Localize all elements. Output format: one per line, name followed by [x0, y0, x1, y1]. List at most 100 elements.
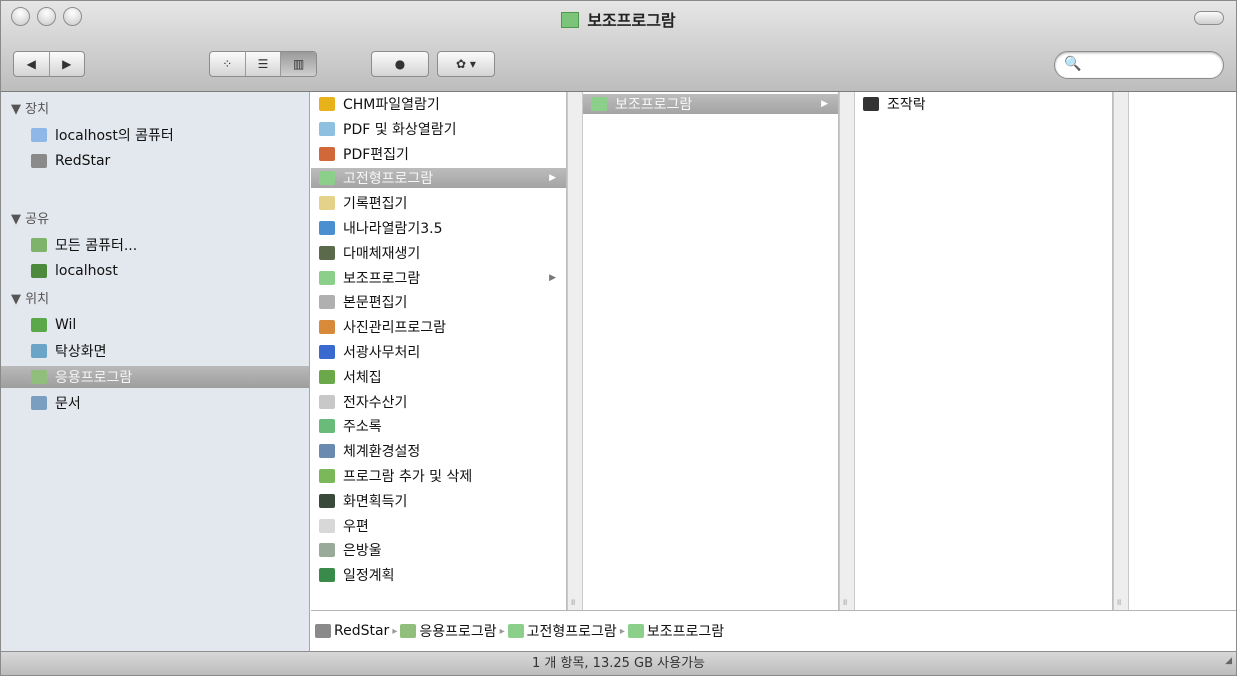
column-list-item[interactable]: 사진관리프로그람 — [311, 317, 566, 337]
documents-icon — [31, 396, 47, 410]
gear-icon: ✿ ▾ — [456, 57, 476, 71]
column-list-item[interactable]: CHM파일열람기 — [311, 94, 566, 114]
column-view-button[interactable]: ▥ — [281, 52, 316, 76]
sidebar-item[interactable]: 문서 — [31, 392, 81, 414]
sidebar-item-label: localhost의 콤퓨터 — [55, 128, 174, 144]
column-list-item[interactable]: 다매체재생기 — [311, 243, 566, 263]
column-list-item[interactable]: 기록편집기 — [311, 193, 566, 213]
column-list-item[interactable]: 체계환경설정 — [311, 441, 566, 461]
column-item-label: 화면획득기 — [343, 493, 408, 510]
column-list-item[interactable]: 보조프로그람 ▶ — [311, 268, 566, 288]
column-item-label: 프로그람 추가 및 삭제 — [343, 469, 473, 485]
column-item-label: 내나라열람기3.5 — [343, 221, 443, 237]
monitor-icon — [31, 264, 47, 278]
column-item-label: PDF 및 화상열람기 — [343, 121, 457, 138]
window-title: 보조프로그람 — [1, 7, 1236, 31]
folder-icon — [319, 171, 335, 186]
column-list-item[interactable]: 고전형프로그람 ▶ — [311, 168, 566, 189]
browser-column-2: 보조프로그람 ▶ — [583, 92, 839, 610]
path-crumb[interactable]: RedStar — [315, 623, 389, 639]
column-3-scrollbar[interactable] — [1113, 92, 1129, 610]
column-item-label: 일정계획 — [343, 568, 395, 585]
column-2-scrollbar[interactable] — [839, 92, 855, 610]
sidebar-item[interactable]: localhost의 콤퓨터 — [31, 124, 174, 146]
column-list-item[interactable]: 서광사무처리 — [311, 342, 566, 362]
folder-icon — [319, 270, 335, 285]
column-list-item[interactable]: 보조프로그람 ▶ — [583, 94, 838, 114]
column-list-item[interactable]: 일정계획 — [311, 565, 566, 585]
sidebar-section-header[interactable]: ▼ 위치 — [11, 288, 49, 307]
sidebar-item-label: RedStar — [55, 153, 111, 169]
pdf-editor-icon — [319, 146, 335, 161]
toolbar-toggle-button[interactable] — [1194, 11, 1224, 25]
column-list-item[interactable]: 전자수산기 — [311, 392, 566, 412]
text-editor-icon — [319, 295, 335, 310]
sidebar-item[interactable]: RedStar — [31, 150, 110, 172]
action-menu-button[interactable]: ✿ ▾ — [437, 51, 495, 77]
computer-icon — [31, 128, 47, 142]
installer-icon — [319, 469, 335, 483]
sidebar-item[interactable]: 탁상화면 — [31, 340, 107, 362]
view-mode-control: ⁘ ☰ ▥ — [209, 51, 317, 77]
sidebar-item-label: 응용프로그람 — [55, 370, 133, 386]
network-globe-icon — [31, 238, 47, 252]
column-list-item[interactable]: 화면획득기 — [311, 491, 566, 511]
browser-column-4 — [1129, 92, 1236, 610]
pdf-viewer-icon — [319, 121, 335, 136]
column-list-item[interactable]: 은방울 — [311, 540, 566, 560]
path-crumb[interactable]: 응용프로그람 — [400, 621, 497, 641]
path-bar: RedStar ▸ 응용프로그람 ▸ 고전형프로그람 ▸ 보조프로그람 — [311, 610, 1236, 651]
column-list-item[interactable]: 본문편집기 — [311, 292, 566, 312]
column-list-item[interactable]: 조작락 — [855, 94, 1112, 114]
resize-grip-icon[interactable]: ◢ — [1225, 649, 1232, 673]
eye-icon: ● — [394, 57, 406, 71]
column-list-item[interactable]: PDF 및 화상열람기 — [311, 119, 566, 139]
sidebar-section-header[interactable]: ▼ 장치 — [11, 98, 49, 117]
applications-icon — [400, 624, 417, 638]
column-item-label: 조작락 — [887, 97, 926, 113]
search-icon: 🔍 — [1064, 56, 1082, 72]
column-list-item[interactable]: 주소록 — [311, 416, 566, 436]
path-crumb-label: 응용프로그람 — [419, 624, 497, 640]
search-field[interactable]: 🔍 — [1054, 51, 1224, 79]
list-view-button[interactable]: ☰ — [246, 52, 282, 76]
browser-column-3: 조작락 — [855, 92, 1113, 610]
office-icon — [319, 345, 335, 359]
column-1-scrollbar[interactable] — [567, 92, 583, 610]
status-bar: 1 개 항목, 13.25 GB 사용가능 ◢ — [1, 651, 1236, 675]
notes-editor-icon — [319, 196, 335, 211]
sidebar-item[interactable]: 모든 콤퓨터... — [31, 234, 137, 256]
sidebar-section-header[interactable]: ▼ 공유 — [11, 208, 49, 227]
quick-look-button[interactable]: ● — [371, 51, 429, 77]
folder-icon — [627, 624, 644, 638]
icon-view-button[interactable]: ⁘ — [210, 52, 246, 76]
path-crumb[interactable]: 보조프로그람 — [627, 621, 725, 641]
browser-icon — [319, 221, 335, 235]
path-crumb-label: 고전형프로그람 — [526, 624, 617, 640]
column-list-item[interactable]: PDF편집기 — [311, 144, 566, 164]
hard-drive-icon — [31, 154, 47, 168]
font-book-icon — [319, 369, 335, 384]
column-list-item[interactable]: 내나라열람기3.5 — [311, 218, 566, 238]
column-list-item[interactable]: 프로그람 추가 및 삭제 — [311, 466, 566, 486]
column-item-label: 보조프로그람 — [343, 270, 421, 287]
sidebar-item-label: Wil — [55, 317, 77, 333]
sidebar-item[interactable]: localhost — [31, 260, 118, 282]
sidebar-item[interactable]: 응용프로그람 — [1, 366, 309, 388]
folder-icon — [561, 12, 580, 28]
path-crumb-label: 보조프로그람 — [646, 624, 725, 640]
column-list-item[interactable]: 우편 — [311, 516, 566, 536]
path-separator-icon: ▸ — [619, 625, 625, 637]
column-item-label: 보조프로그람 — [615, 97, 693, 113]
back-button[interactable]: ◀ — [14, 52, 50, 76]
forward-button[interactable]: ▶ — [50, 52, 85, 76]
column-item-label: 사진관리프로그람 — [343, 320, 447, 337]
media-player-icon — [319, 245, 335, 260]
column-item-label: 주소록 — [343, 419, 382, 436]
column-item-label: 은방울 — [343, 543, 382, 560]
sidebar-item[interactable]: Wil — [31, 314, 76, 336]
column-list-item[interactable]: 서체집 — [311, 367, 566, 387]
path-crumb[interactable]: 고전형프로그람 — [507, 621, 617, 641]
sidebar: ▼ 장치 localhost의 콤퓨터 RedStar ▼ 공유모든 콤퓨터... lo… — [1, 92, 310, 651]
address-book-icon — [319, 419, 335, 434]
